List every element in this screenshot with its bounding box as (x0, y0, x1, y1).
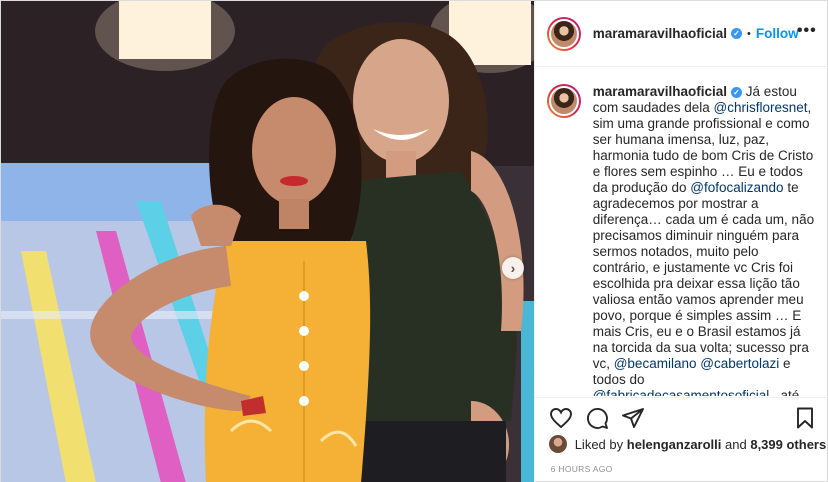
next-photo-button[interactable]: › (502, 257, 524, 279)
pants-right-person (356, 421, 506, 482)
comment-icon[interactable] (585, 406, 609, 430)
liker-avatar[interactable] (548, 435, 567, 453)
likes-summary: Liked by helenganzarolli and 8,399 other… (548, 435, 826, 453)
bookmark-icon[interactable] (793, 406, 817, 430)
caption-username[interactable]: maramaravilhaoficial (593, 84, 727, 99)
share-icon[interactable] (621, 406, 645, 430)
lips-left-person (280, 176, 308, 186)
action-bar (534, 397, 828, 437)
caption-avatar-image (548, 86, 579, 116)
post-timestamp[interactable]: 6 HOURS AGO (551, 464, 613, 474)
heart-icon[interactable] (549, 406, 573, 430)
post-sidebar: maramaravilhaoficial ✓ • Follow ••• mara… (533, 1, 828, 482)
dress-button-1 (299, 291, 309, 301)
caption-verified-badge-icon: ✓ (731, 87, 743, 98)
caption-text-segment: te agradecemos por mostrar a diferença… … (592, 180, 815, 371)
studio-edge-light (521, 301, 534, 482)
post-header: maramaravilhaoficial ✓ • Follow ••• (534, 1, 828, 67)
caption-avatar[interactable] (546, 84, 581, 118)
header-username[interactable]: maramaravilhaoficial (593, 26, 727, 41)
instagram-post: › maramaravilhaoficial ✓ • Follow ••• ma… (0, 0, 828, 482)
caption-mention-link[interactable]: @becamilano (614, 356, 697, 371)
caption-mention-link[interactable]: @fabricadecasamentosoficial (593, 388, 770, 396)
follow-button[interactable]: Follow (756, 26, 799, 41)
neck-left-person (279, 199, 309, 229)
more-options-icon[interactable]: ••• (797, 23, 817, 39)
face-right-person (353, 39, 449, 163)
avatar-image (548, 18, 579, 49)
caption-mention-link[interactable]: @cabertolazi (700, 356, 779, 371)
dress-button-4 (299, 396, 309, 406)
avatar[interactable] (546, 16, 581, 51)
chevron-right-icon: › (510, 260, 516, 276)
verified-badge-icon: ✓ (731, 28, 743, 39)
post-photo[interactable]: › (1, 1, 534, 482)
dress-button-3 (299, 361, 309, 371)
caption-section: maramaravilhaoficial ✓ Já estou com sauda… (535, 68, 828, 396)
header-separator: • (747, 27, 751, 40)
likes-user[interactable]: helenganzarolli (627, 437, 722, 452)
caption-text-segment: , até (769, 388, 800, 396)
photo-illustration (1, 1, 534, 482)
caption-text: maramaravilhaoficial ✓ Já estou com sauda… (593, 84, 817, 396)
likes-prefix: Liked by (574, 436, 624, 452)
dress-button-2 (299, 326, 309, 336)
caption-body: Já estou com saudades dela @chrisfloresn… (593, 84, 814, 396)
face-left-person (252, 97, 336, 205)
caption-mention-link[interactable]: @fofocalizando (690, 180, 783, 195)
likes-middle: and (725, 436, 747, 452)
likes-others[interactable]: 8,399 others (750, 437, 826, 452)
caption-mention-link[interactable]: @chrisfloresnet (714, 100, 808, 115)
